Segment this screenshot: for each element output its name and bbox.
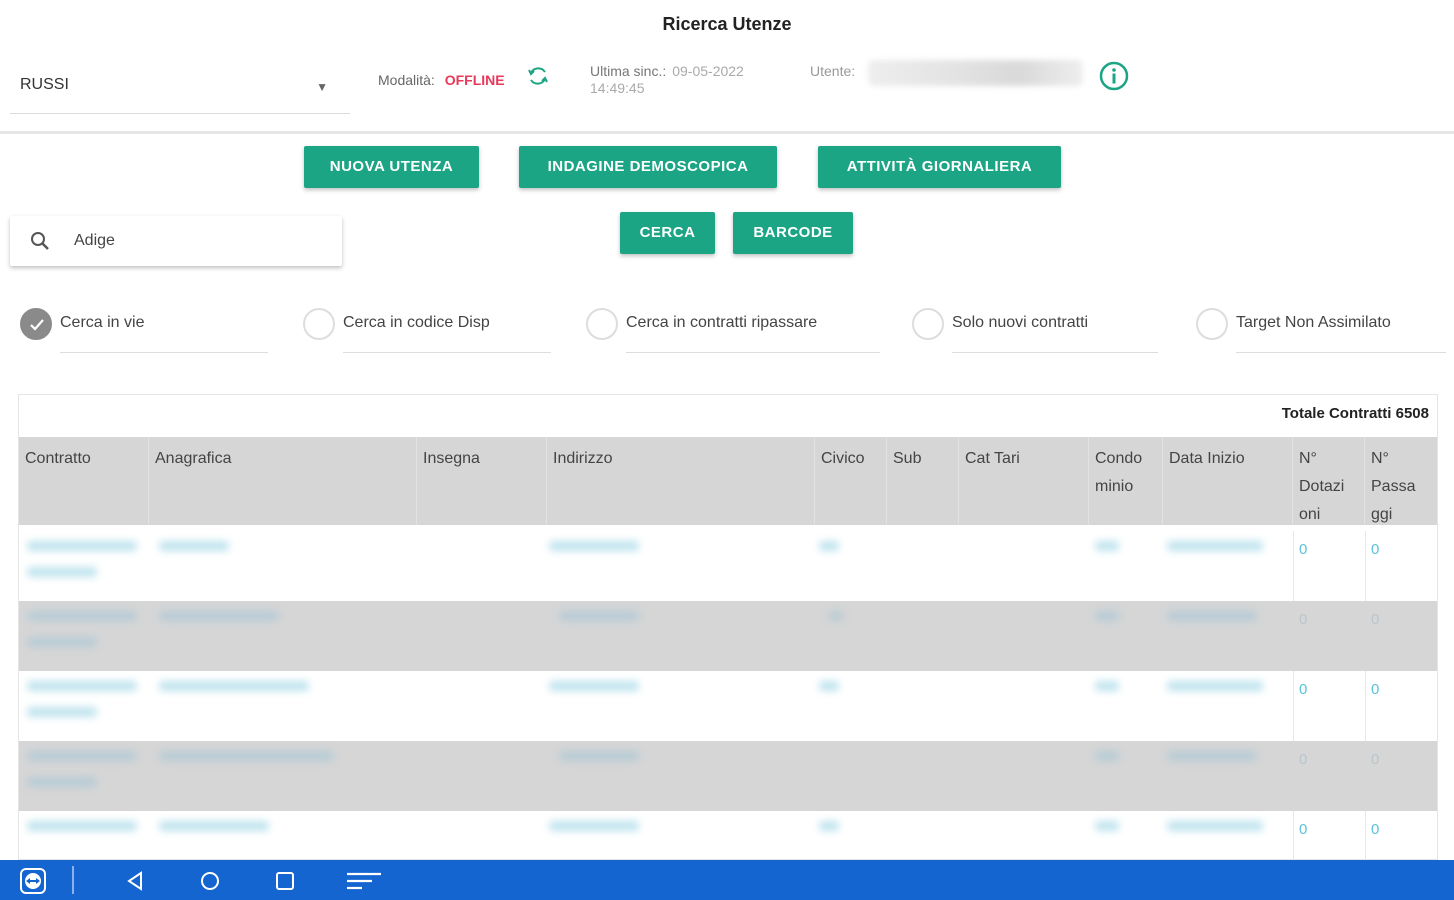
comune-select-value: RUSSI — [20, 76, 69, 93]
comune-select[interactable]: RUSSI ▼ — [10, 62, 350, 114]
page-title: Ricerca Utenze — [662, 14, 792, 34]
filter-solo-nuovi-contratti[interactable]: Solo nuovi contratti — [912, 308, 1162, 354]
table-row[interactable]: 0 0 — [19, 671, 1437, 741]
redacted-row-content — [19, 671, 1274, 741]
menu-icon[interactable] — [346, 870, 382, 892]
dotazioni-value: 0 — [1299, 681, 1308, 698]
filter-label: Cerca in vie — [60, 314, 145, 331]
col-cat-tari[interactable]: Cat Tari — [959, 437, 1089, 525]
radio-unchecked[interactable] — [586, 308, 618, 340]
redacted-row-content — [19, 601, 1274, 671]
nuova-utenza-button[interactable]: NUOVA UTENZA — [304, 146, 479, 188]
table-row[interactable]: 0 0 — [19, 601, 1437, 671]
col-data-inizio[interactable]: Data Inizio — [1163, 437, 1293, 525]
filter-cerca-in-vie[interactable]: Cerca in vie — [20, 308, 270, 354]
passaggi-value: 0 — [1371, 611, 1380, 628]
table-row[interactable]: 0 0 — [19, 741, 1437, 811]
col-contratto[interactable]: Contratto — [19, 437, 149, 525]
last-sync-date: 09-05-2022 — [672, 63, 744, 79]
header-divider — [0, 131, 1454, 134]
redacted-row-content — [19, 741, 1274, 811]
filter-underline — [1236, 352, 1446, 353]
cerca-button[interactable]: CERCA — [620, 212, 715, 254]
back-icon[interactable] — [124, 870, 146, 892]
last-sync-label: Ultima sinc.: — [590, 63, 667, 79]
filter-cerca-in-codice-disp[interactable]: Cerca in codice Disp — [303, 308, 553, 354]
nav-separator — [72, 866, 74, 894]
filter-target-non-assimilato[interactable]: Target Non Assimilato — [1196, 308, 1450, 354]
attivita-giornaliera-button[interactable]: ATTIVITÀ GIORNALIERA — [818, 146, 1061, 188]
search-box — [10, 216, 342, 266]
filter-underline — [626, 352, 880, 353]
check-icon — [30, 319, 44, 331]
teamviewer-icon[interactable] — [20, 868, 46, 894]
filter-underline — [60, 352, 268, 353]
passaggi-value: 0 — [1371, 751, 1380, 768]
col-condominio[interactable]: Condo minio — [1089, 437, 1163, 525]
mode-label: Modalità: — [378, 72, 435, 88]
search-input[interactable] — [74, 226, 324, 256]
filter-label: Cerca in contratti ripassare — [626, 314, 818, 331]
contracts-table: Totale Contratti 6508 Contratto Anagrafi… — [18, 394, 1438, 860]
filter-underline — [343, 352, 551, 353]
info-icon[interactable] — [1098, 60, 1130, 92]
radio-unchecked[interactable] — [303, 308, 335, 340]
barcode-button[interactable]: BARCODE — [733, 212, 853, 254]
col-civico[interactable]: Civico — [815, 437, 887, 525]
last-sync-time: 14:49:45 — [590, 80, 645, 96]
filter-label: Cerca in codice Disp — [343, 314, 490, 331]
android-nav-bar — [0, 860, 1454, 900]
passaggi-value: 0 — [1371, 821, 1380, 838]
filter-cerca-in-contratti-ripassare[interactable]: Cerca in contratti ripassare — [586, 308, 881, 354]
sync-icon[interactable] — [526, 64, 550, 88]
table-row[interactable]: 0 0 — [19, 811, 1437, 859]
passaggi-value: 0 — [1371, 541, 1380, 558]
radio-unchecked[interactable] — [1196, 308, 1228, 340]
col-sub[interactable]: Sub — [887, 437, 959, 525]
table-header: Contratto Anagrafica Insegna Indirizzo C… — [19, 437, 1437, 525]
user-name-redacted — [868, 60, 1083, 86]
chevron-down-icon: ▼ — [316, 80, 328, 94]
filter-label: Target Non Assimilato — [1236, 314, 1391, 331]
col-passaggi[interactable]: N° Passa ggi — [1365, 437, 1437, 525]
col-dotazioni[interactable]: N° Dotazi oni — [1293, 437, 1365, 525]
mode-value: OFFLINE — [444, 72, 505, 88]
col-indirizzo[interactable]: Indirizzo — [547, 437, 815, 525]
recents-icon[interactable] — [274, 870, 296, 892]
mode-status: Modalità: OFFLINE — [378, 72, 505, 88]
passaggi-value: 0 — [1371, 681, 1380, 698]
dotazioni-value: 0 — [1299, 821, 1308, 838]
radio-checked[interactable] — [20, 308, 52, 340]
col-anagrafica[interactable]: Anagrafica — [149, 437, 417, 525]
dotazioni-value: 0 — [1299, 751, 1308, 768]
last-sync: Ultima sinc.: 09-05-2022 14:49:45 — [590, 63, 744, 97]
radio-unchecked[interactable] — [912, 308, 944, 340]
dotazioni-value: 0 — [1299, 541, 1308, 558]
search-icon — [31, 232, 49, 250]
redacted-row-content — [19, 811, 1274, 859]
table-row[interactable]: 0 0 — [19, 531, 1437, 601]
filter-label: Solo nuovi contratti — [952, 314, 1089, 331]
filter-underline — [952, 352, 1158, 353]
indagine-demoscopica-button[interactable]: INDAGINE DEMOSCOPICA — [519, 146, 777, 188]
dotazioni-value: 0 — [1299, 611, 1308, 628]
user-label: Utente: — [810, 63, 856, 79]
home-icon[interactable] — [199, 870, 221, 892]
total-contracts: Totale Contratti 6508 — [1281, 405, 1429, 422]
col-insegna[interactable]: Insegna — [417, 437, 547, 525]
redacted-row-content — [19, 531, 1274, 601]
